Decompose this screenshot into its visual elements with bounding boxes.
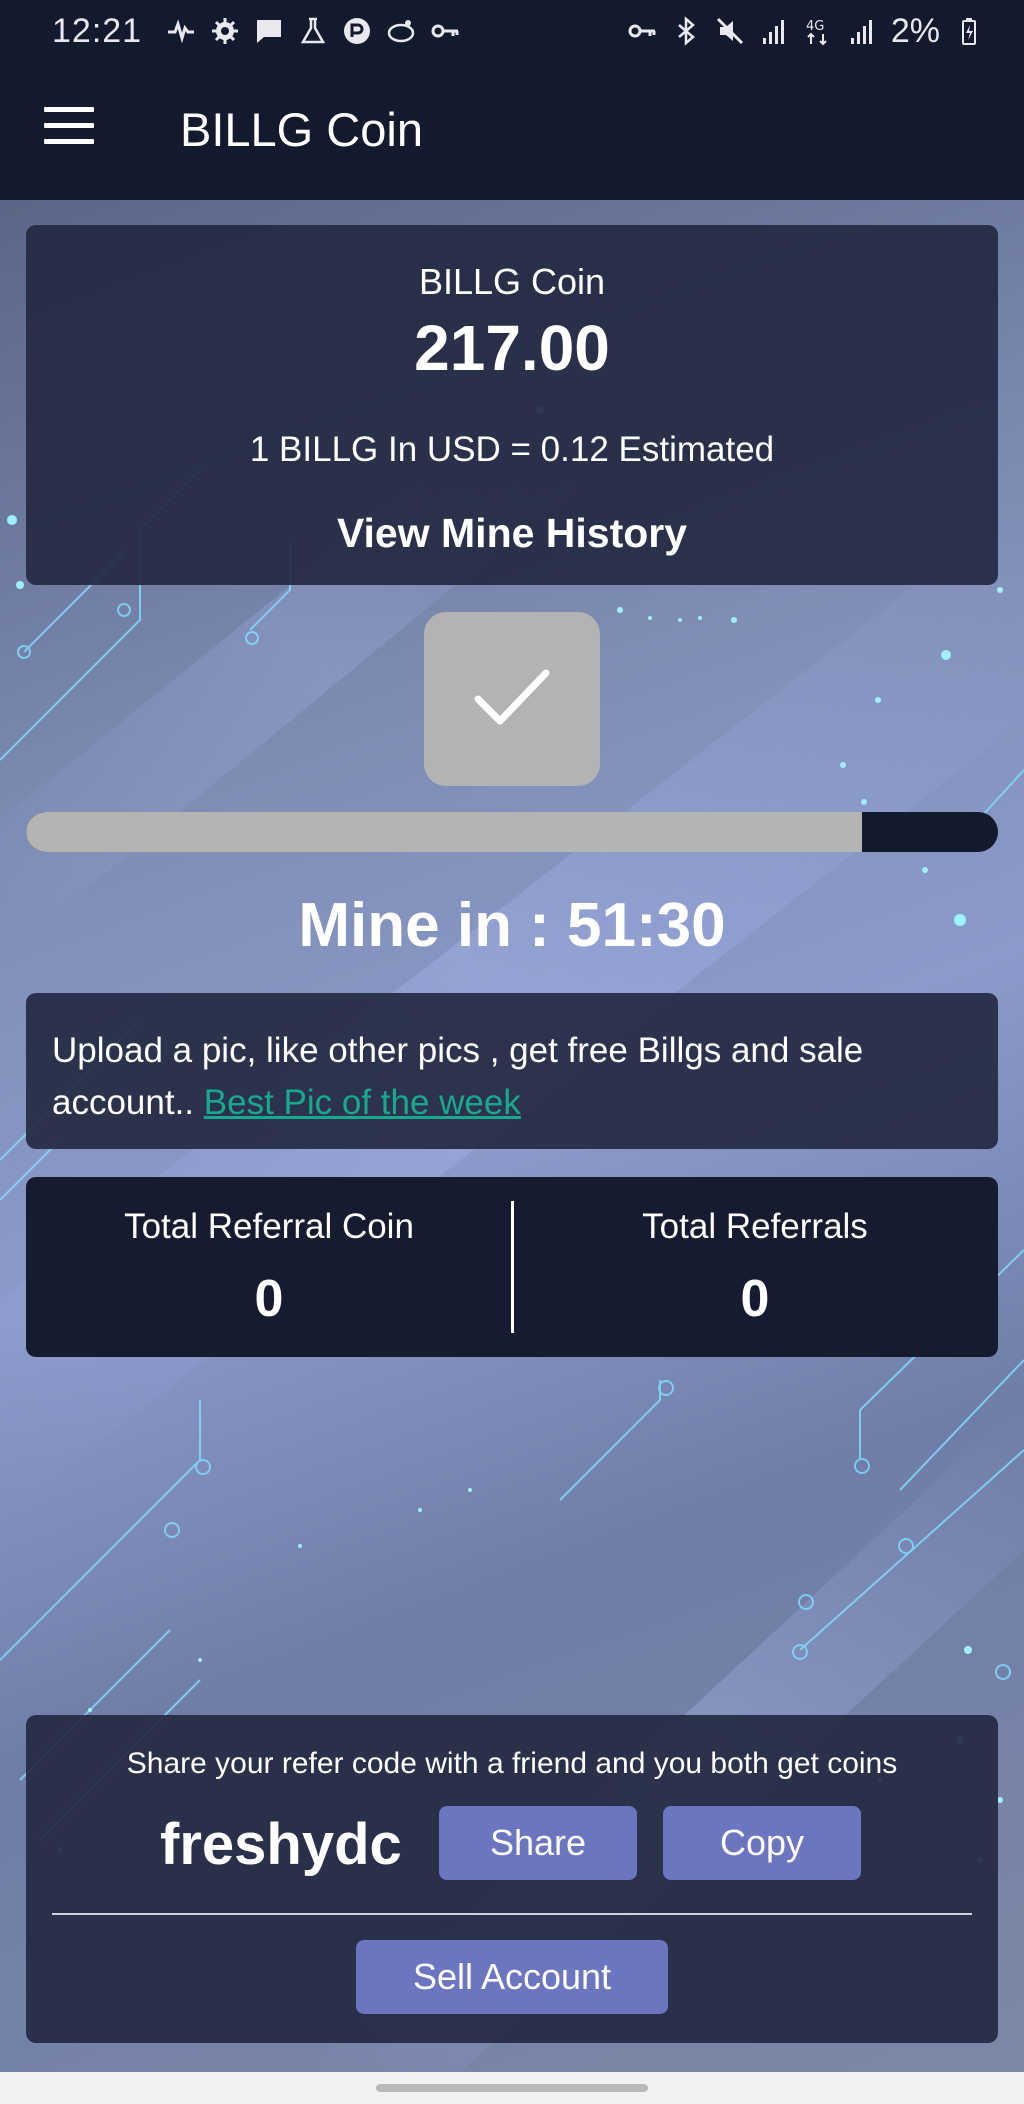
referral-stats-card: Total Referral Coin 0 Total Referrals 0	[26, 1177, 998, 1357]
referral-count-column: Total Referrals 0	[512, 1207, 998, 1329]
battery-charging-icon	[954, 16, 984, 46]
copy-button[interactable]: Copy	[663, 1806, 861, 1880]
app-title: BILLG Coin	[180, 103, 423, 156]
status-left: 12:21	[52, 12, 460, 51]
usd-rate: 1 BILLG In USD = 0.12 Estimated	[249, 430, 775, 469]
referral-coin-label: Total Referral Coin	[124, 1207, 414, 1246]
status-time: 12:21	[52, 11, 143, 50]
share-message: Share your refer code with a friend and …	[126, 1747, 898, 1780]
battery-percent: 2%	[890, 11, 940, 50]
key-icon	[430, 16, 460, 46]
svg-text:4G: 4G	[806, 19, 824, 34]
best-pic-link[interactable]: Best Pic of the week	[204, 1083, 521, 1122]
promo-card: Upload a pic, like other pics , get free…	[26, 993, 998, 1149]
4g-icon: 4G	[803, 16, 833, 46]
vpn-key-icon	[627, 16, 657, 46]
share-card: Share your refer code with a friend and …	[26, 1715, 998, 2043]
app-bar: BILLG Coin	[0, 62, 1024, 200]
checkmark-icon	[472, 665, 552, 734]
share-button[interactable]: Share	[439, 1806, 637, 1880]
navigation-bar	[0, 2072, 1024, 2104]
status-bar: 12:21 4G 2%	[0, 0, 1024, 62]
signal-icon	[759, 16, 789, 46]
referral-coin-column: Total Referral Coin 0	[26, 1207, 512, 1329]
referral-coin-value: 0	[254, 1270, 284, 1328]
coin-balance: 217.00	[414, 312, 610, 384]
sell-account-button[interactable]: Sell Account	[356, 1940, 668, 2014]
signal-wave-icon	[166, 16, 196, 46]
home-gesture-handle[interactable]	[376, 2084, 648, 2092]
referral-count-label: Total Referrals	[642, 1207, 868, 1246]
mining-progress-fill	[26, 812, 862, 852]
chat-icon	[254, 16, 284, 46]
status-right: 4G 2%	[627, 12, 984, 51]
link-icon	[386, 16, 416, 46]
hamburger-menu-icon[interactable]	[44, 107, 94, 147]
flask-icon	[298, 16, 328, 46]
gear-icon	[210, 16, 240, 46]
bluetooth-icon	[671, 16, 701, 46]
mine-timer: Mine in : 51:30	[298, 891, 726, 960]
mute-icon	[715, 16, 745, 46]
balance-card: BILLG Coin 217.00 1 BILLG In USD = 0.12 …	[26, 225, 998, 585]
mining-progress-bar	[26, 812, 998, 852]
coin-name: BILLG Coin	[418, 261, 606, 302]
mine-button[interactable]	[424, 612, 600, 786]
view-mine-history-link[interactable]: View Mine History	[26, 510, 998, 557]
refer-code: freshydc	[160, 1812, 402, 1877]
signal-icon	[847, 16, 877, 46]
divider	[52, 1913, 972, 1915]
app-circle-icon	[342, 16, 372, 46]
referral-count-value: 0	[740, 1270, 770, 1328]
